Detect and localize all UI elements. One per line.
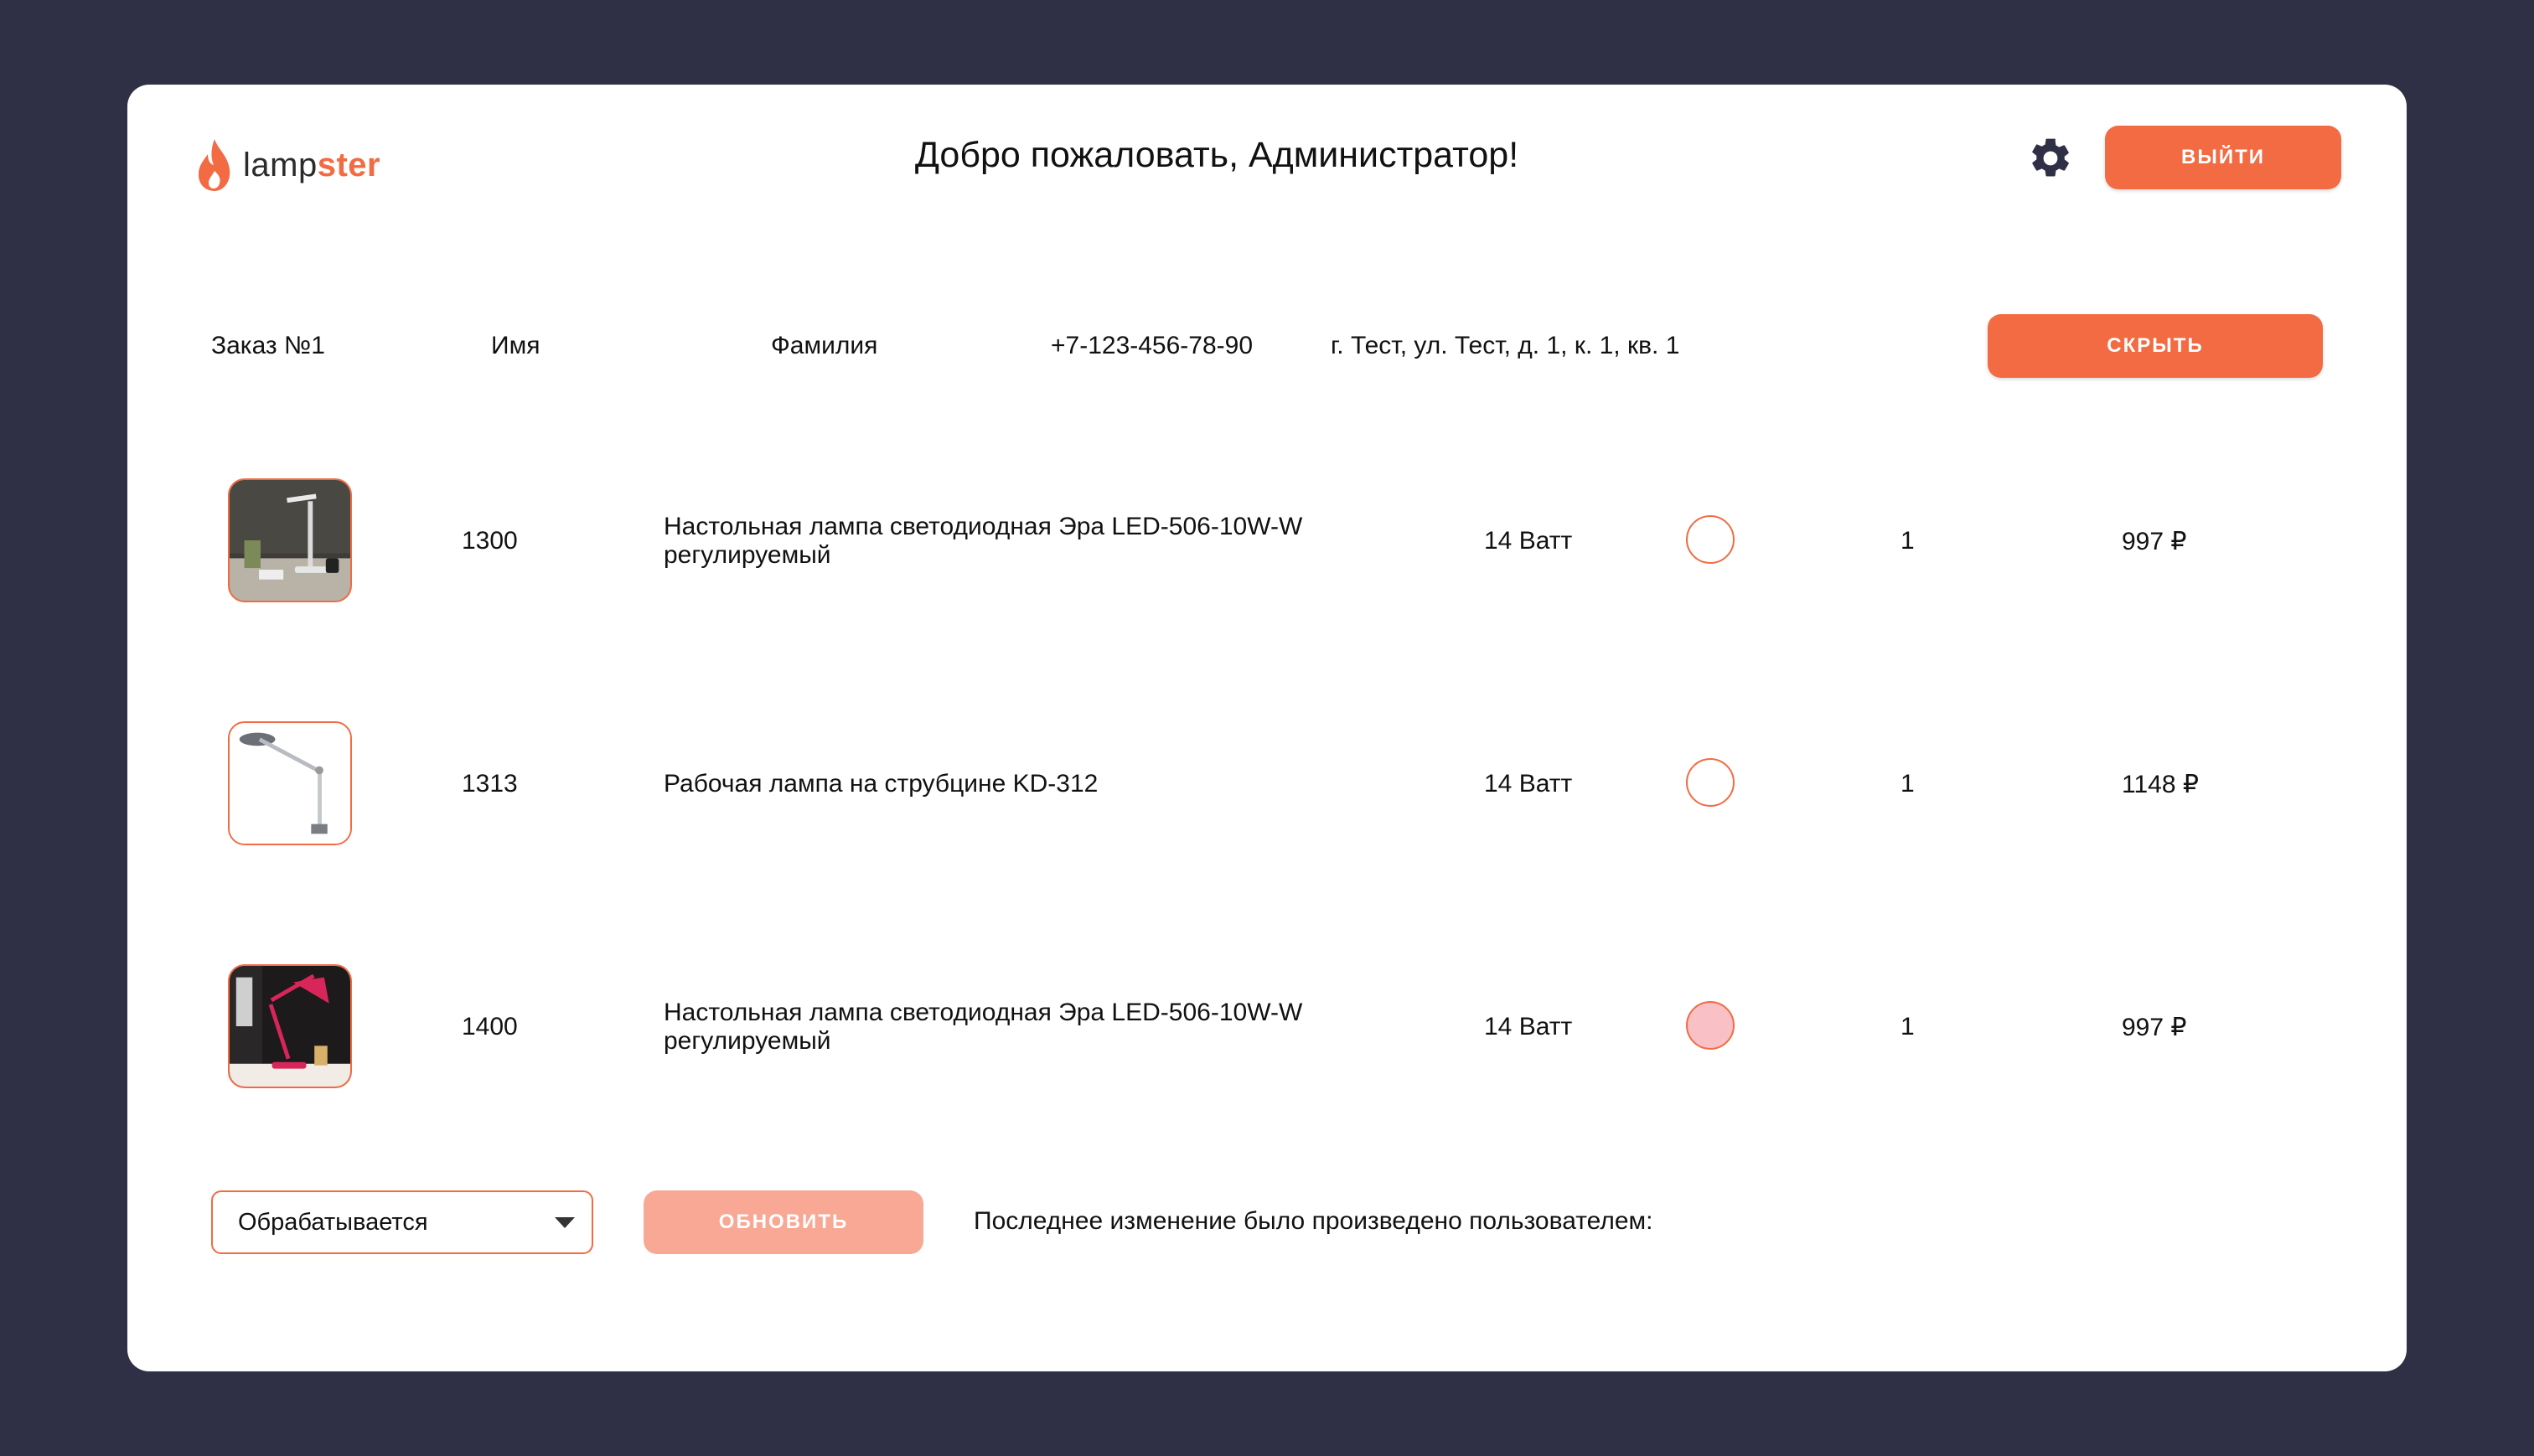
item-name: Настольная лампа светодиодная Эра LED-50… bbox=[664, 513, 1303, 569]
gear-icon bbox=[2032, 138, 2069, 177]
order-number: Заказ №1 bbox=[211, 332, 325, 359]
customer-first-name: Имя bbox=[491, 332, 540, 359]
product-image-1300 bbox=[228, 478, 352, 602]
item-price: 997 ₽ bbox=[2122, 528, 2187, 555]
item-code: 1300 bbox=[462, 527, 518, 555]
customer-phone: +7-123-456-78-90 bbox=[1051, 332, 1254, 359]
chevron-down-icon bbox=[555, 1217, 575, 1228]
status-select-value: Обрабатывается bbox=[238, 1208, 428, 1236]
status-select[interactable]: Обрабатывается bbox=[211, 1190, 593, 1254]
item-color-swatch bbox=[1686, 515, 1735, 564]
logout-button[interactable]: ВЫЙТИ bbox=[2105, 126, 2341, 189]
customer-last-name: Фамилия bbox=[771, 332, 878, 359]
product-image-1400 bbox=[228, 964, 352, 1088]
item-quantity: 1 bbox=[1900, 770, 1915, 798]
settings-button[interactable] bbox=[2027, 135, 2074, 182]
customer-address: г. Тест, ул. Тест, д. 1, к. 1, кв. 1 bbox=[1331, 332, 1680, 359]
welcome-title: Добро пожаловать, Администратор! bbox=[914, 135, 1519, 175]
item-power: 14 Ватт bbox=[1484, 1013, 1573, 1040]
item-code: 1313 bbox=[462, 770, 518, 798]
item-code: 1400 bbox=[462, 1013, 518, 1040]
pink-lamp-photo bbox=[230, 966, 350, 1087]
item-price: 1148 ₽ bbox=[2122, 771, 2199, 798]
item-price: 997 ₽ bbox=[2122, 1014, 2187, 1041]
last-change-text: Последнее изменение было произведено пол… bbox=[974, 1207, 1653, 1235]
hide-order-button[interactable]: СКРЫТЬ bbox=[1988, 314, 2323, 378]
item-power: 14 Ватт bbox=[1484, 770, 1573, 798]
update-button[interactable]: ОБНОВИТЬ bbox=[644, 1190, 923, 1254]
item-quantity: 1 bbox=[1900, 1013, 1915, 1040]
order-card: lampster Добро пожаловать, Администратор… bbox=[127, 85, 2407, 1371]
desk-lamp-photo bbox=[230, 480, 350, 601]
item-color-swatch bbox=[1686, 1001, 1735, 1050]
item-quantity: 1 bbox=[1900, 527, 1915, 555]
item-color-swatch bbox=[1686, 758, 1735, 807]
item-name: Рабочая лампа на струбцине KD-312 bbox=[664, 770, 1099, 798]
product-image-1313 bbox=[228, 721, 352, 845]
item-name: Настольная лампа светодиодная Эра LED-50… bbox=[664, 999, 1303, 1055]
item-power: 14 Ватт bbox=[1484, 527, 1573, 555]
clamp-lamp-photo bbox=[230, 723, 350, 844]
